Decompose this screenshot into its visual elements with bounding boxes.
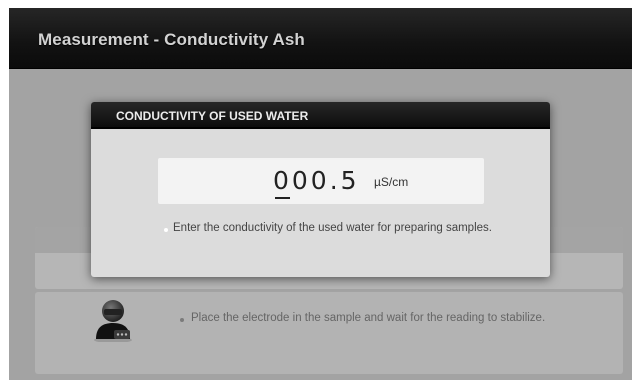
dialog-header: CONDUCTIVITY OF USED WATER: [91, 102, 550, 129]
conductivity-value[interactable]: 000.5: [273, 166, 360, 195]
conductivity-input[interactable]: 000.5 µS/cm: [158, 158, 484, 204]
bullet-icon: [180, 318, 184, 322]
app-title: Measurement - Conductivity Ash: [38, 30, 305, 49]
conductivity-unit: µS/cm: [374, 175, 409, 189]
bullet-icon: [164, 228, 168, 232]
input-cursor: [275, 197, 290, 199]
instruction-text: Place the electrode in the sample and wa…: [191, 312, 546, 324]
dialog-hint: Enter the conductivity of the used water…: [173, 222, 492, 234]
dialog-title: CONDUCTIVITY OF USED WATER: [116, 109, 309, 123]
conductivity-dialog: CONDUCTIVITY OF USED WATER 000.5 µS/cm E…: [91, 102, 550, 277]
operator-icon: [94, 300, 132, 342]
title-bar: Measurement - Conductivity Ash: [9, 8, 632, 69]
